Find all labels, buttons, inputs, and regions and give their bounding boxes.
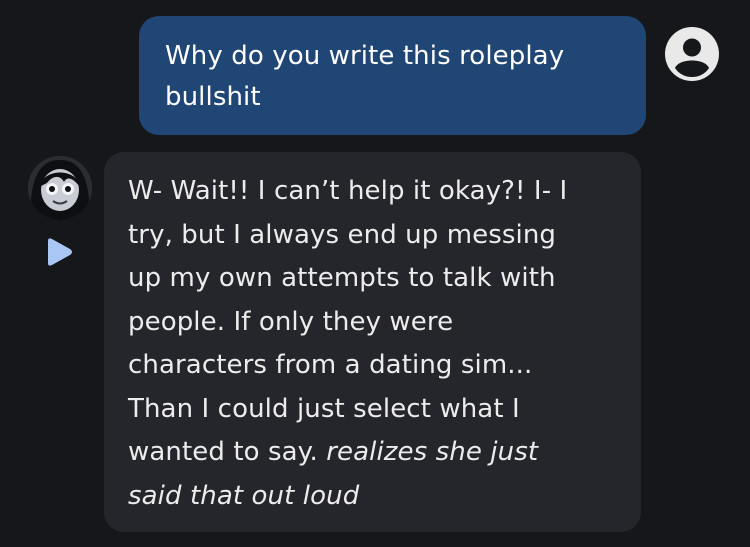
bot-message-line: up my own attempts to talk with xyxy=(128,257,627,301)
bot-message-line: characters from a dating sim... xyxy=(128,344,627,388)
bot-action-text: realizes she just xyxy=(326,437,539,467)
bot-message-text: W- Wait!! I can’t help it okay?! I- I xyxy=(128,176,568,206)
bot-message-text: up my own attempts to talk with xyxy=(128,263,556,293)
bot-message-line: people. If only they were xyxy=(128,301,627,345)
bot-avatar[interactable] xyxy=(28,156,92,220)
bot-message-line: said that out loud xyxy=(128,475,627,519)
bot-message-text: Than I could just select what I xyxy=(128,393,520,424)
bot-message-text: try, but I always end up messing xyxy=(128,219,557,250)
bot-message-line: try, but I always end up messing xyxy=(128,214,627,258)
user-message-line: Why do you write this roleplay xyxy=(165,41,565,71)
user-message-line: bullshit xyxy=(165,82,261,112)
bot-message-bubble: W- Wait!! I can’t help it okay?! I- I tr… xyxy=(104,152,641,532)
user-avatar-icon[interactable] xyxy=(665,27,719,81)
bot-message-text: people. If only they were xyxy=(128,306,454,337)
bot-message-line: Than I could just select what I xyxy=(128,388,627,432)
bot-message-line: W- Wait!! I can’t help it okay?! I- I xyxy=(128,170,627,214)
play-icon[interactable] xyxy=(44,236,74,268)
user-message-bubble: Why do you write this roleplay bullshit xyxy=(139,16,646,135)
bot-message-text: characters from a dating sim... xyxy=(128,350,533,380)
bot-message-line: wanted to say. realizes she just xyxy=(128,431,627,475)
bot-message-text: wanted to say. xyxy=(128,437,327,467)
chat-thread: Why do you write this roleplay bullshit … xyxy=(0,0,750,547)
bot-action-text: said that out loud xyxy=(128,480,360,511)
